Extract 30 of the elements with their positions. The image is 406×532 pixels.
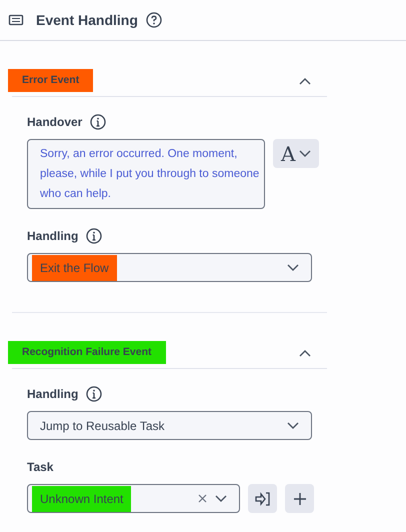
task-dropdown[interactable]: Unknown Intent (27, 484, 240, 513)
plus-icon (294, 492, 306, 504)
caret-icon (299, 150, 312, 158)
panel-title: Event Handling (36, 10, 138, 30)
chevron-down-icon (287, 422, 299, 430)
chevron-up-icon (299, 348, 311, 356)
select-value: Unknown Intent (32, 486, 132, 512)
chevron-down-icon (215, 494, 227, 502)
select-value: Exit the Flow (32, 254, 117, 280)
clear-icon[interactable] (198, 494, 207, 503)
enter-arrow-icon (254, 492, 270, 506)
field-label: Task (27, 459, 54, 476)
help-icon[interactable] (146, 12, 162, 28)
select-value: Jump to Reusable Task (39, 418, 166, 434)
add-button[interactable] (285, 484, 314, 513)
handover-text-field[interactable]: Sorry, an error occurred. One moment, please, while I put you through to someone who can help. (27, 139, 265, 209)
field-label: Handling (27, 386, 78, 403)
section-title: Recognition Failure Event (8, 340, 166, 364)
info-icon[interactable] (86, 386, 102, 402)
section-title: Error Event (8, 68, 94, 92)
font-button[interactable]: A (273, 139, 320, 168)
field-label: Handover (27, 114, 82, 131)
field-label: Handling (27, 228, 78, 245)
handling-dropdown[interactable]: Jump to Reusable Task (27, 411, 312, 440)
chevron-down-icon (287, 264, 299, 272)
handling-dropdown[interactable]: Exit the Flow (27, 253, 312, 282)
chevron-up-icon (299, 76, 311, 84)
info-icon[interactable] (86, 228, 102, 244)
info-icon[interactable] (90, 114, 106, 130)
open-task-button[interactable] (248, 484, 277, 513)
